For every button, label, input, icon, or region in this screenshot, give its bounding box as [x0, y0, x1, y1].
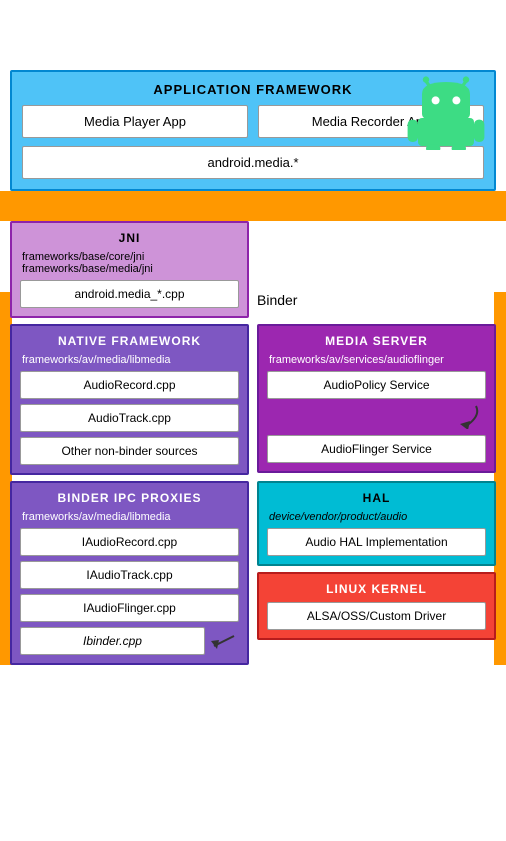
media-server-path: frameworks/av/services/audioflinger: [267, 354, 486, 366]
binder-file-2: IAudioFlinger.cpp: [20, 594, 239, 622]
content-area: APPLICATION FRAMEWORK Media Player App M…: [0, 70, 506, 665]
media-player-app-box: Media Player App: [22, 105, 248, 138]
media-server-file-0: AudioPolicy Service: [267, 371, 486, 399]
hal-linux-col: HAL device/vendor/product/audio Audio HA…: [257, 481, 496, 665]
right-binder-area: Binder: [257, 221, 496, 318]
left-column: JNI frameworks/base/core/jni frameworks/…: [10, 221, 249, 318]
media-server-file-1: AudioFlinger Service: [267, 435, 486, 463]
binder-label: Binder: [257, 292, 297, 308]
linux-title: LINUX KERNEL: [267, 582, 486, 596]
native-framework-section: NATIVE FRAMEWORK frameworks/av/media/lib…: [10, 324, 249, 475]
binder-hal-row: BINDER IPC PROXIES frameworks/av/media/l…: [10, 481, 496, 665]
media-server-col: MEDIA SERVER frameworks/av/services/audi…: [257, 324, 496, 475]
android-robot: [406, 70, 486, 150]
binder-ipc-col: BINDER IPC PROXIES frameworks/av/media/l…: [10, 481, 249, 665]
native-path: frameworks/av/media/libmedia: [20, 354, 239, 366]
media-server-section: MEDIA SERVER frameworks/av/services/audi…: [257, 324, 496, 473]
jni-path1: frameworks/base/core/jni frameworks/base…: [20, 251, 239, 275]
jni-section: JNI frameworks/base/core/jni frameworks/…: [10, 221, 249, 318]
hal-title: HAL: [267, 491, 486, 505]
hal-section: HAL device/vendor/product/audio Audio HA…: [257, 481, 496, 566]
linux-file-0: ALSA/OSS/Custom Driver: [267, 602, 486, 630]
hal-path: device/vendor/product/audio: [267, 511, 486, 523]
native-media-row: NATIVE FRAMEWORK frameworks/av/media/lib…: [10, 324, 496, 475]
media-server-title: MEDIA SERVER: [267, 334, 486, 348]
orange-band: [0, 191, 506, 221]
two-col-row: JNI frameworks/base/core/jni frameworks/…: [10, 221, 496, 318]
native-file-2: Other non-binder sources: [20, 437, 239, 465]
linux-kernel-section: LINUX KERNEL ALSA/OSS/Custom Driver: [257, 572, 496, 640]
hal-file-0: Audio HAL Implementation: [267, 528, 486, 556]
android-media-box: android.media.*: [22, 146, 484, 179]
native-file-0: AudioRecord.cpp: [20, 371, 239, 399]
binder-file-1: IAudioTrack.cpp: [20, 561, 239, 589]
binder-file-0: IAudioRecord.cpp: [20, 528, 239, 556]
binder-ipc-title: BINDER IPC PROXIES: [20, 491, 239, 505]
jni-title: JNI: [20, 231, 239, 245]
binder-ipc-path: frameworks/av/media/libmedia: [20, 511, 239, 523]
native-file-1: AudioTrack.cpp: [20, 404, 239, 432]
native-framework-title: NATIVE FRAMEWORK: [20, 334, 239, 348]
binder-ipc-section: BINDER IPC PROXIES frameworks/av/media/l…: [10, 481, 249, 665]
native-framework-col: NATIVE FRAMEWORK frameworks/av/media/lib…: [10, 324, 249, 475]
binder-file-3: Ibinder.cpp: [20, 627, 205, 655]
page-wrapper: APPLICATION FRAMEWORK Media Player App M…: [0, 70, 506, 665]
jni-file-box: android.media_*.cpp: [20, 280, 239, 308]
